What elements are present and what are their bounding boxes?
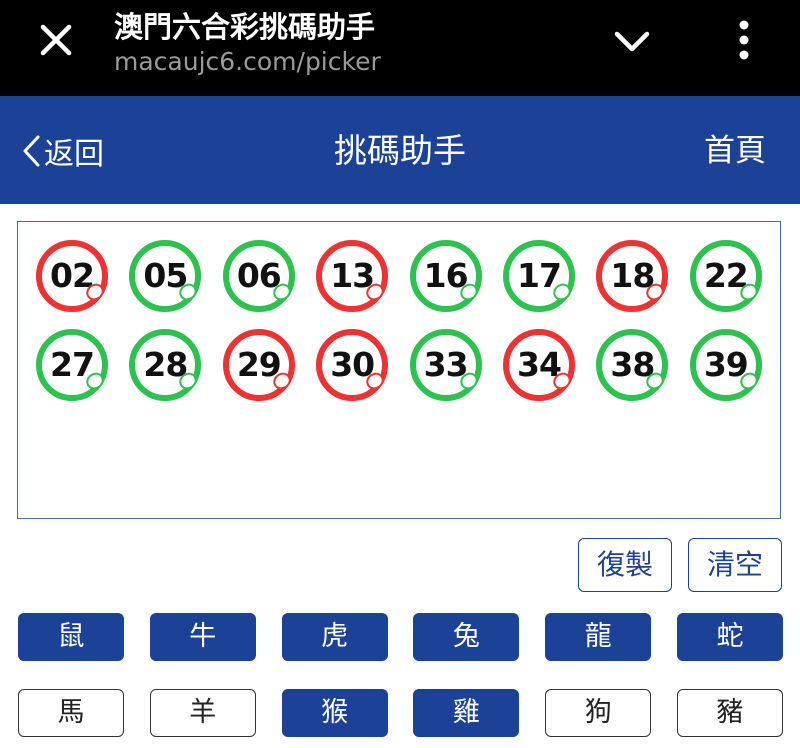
number-ball[interactable]: 34 bbox=[503, 329, 575, 401]
number-ball[interactable]: 30 bbox=[316, 329, 389, 401]
zodiac-button[interactable]: 牛 bbox=[149, 613, 256, 661]
zodiac-button[interactable]: 虎 bbox=[281, 613, 388, 661]
number-ball[interactable]: 22 bbox=[689, 240, 762, 312]
zodiac-button[interactable]: 雞 bbox=[413, 689, 520, 737]
zodiac-button[interactable]: 豬 bbox=[677, 689, 783, 737]
app-header: 返回 挑碼助手 首頁 bbox=[0, 96, 800, 204]
number-ball[interactable]: 02 bbox=[36, 240, 108, 312]
chevron-down-icon[interactable] bbox=[612, 24, 652, 60]
zodiac-button[interactable]: 鼠 bbox=[18, 613, 124, 661]
zodiac-button[interactable]: 羊 bbox=[149, 689, 256, 737]
zodiac-button[interactable]: 猴 bbox=[281, 689, 388, 737]
number-ball[interactable]: 33 bbox=[409, 329, 482, 401]
clear-button[interactable]: 清空 bbox=[688, 538, 782, 592]
close-icon[interactable] bbox=[36, 20, 76, 60]
copy-button[interactable]: 復製 bbox=[578, 538, 672, 592]
zodiac-button[interactable]: 狗 bbox=[545, 689, 652, 737]
number-ball[interactable]: 38 bbox=[596, 329, 669, 401]
number-ball[interactable]: 27 bbox=[36, 329, 108, 401]
number-ball[interactable]: 28 bbox=[129, 329, 202, 401]
zodiac-button[interactable]: 兔 bbox=[413, 613, 520, 661]
zodiac-button[interactable]: 馬 bbox=[18, 689, 124, 737]
more-vertical-icon[interactable] bbox=[730, 18, 758, 62]
browser-page-title: 澳門六合彩挑碼助手 bbox=[114, 10, 376, 44]
zodiac-button[interactable]: 龍 bbox=[545, 613, 652, 661]
number-ball[interactable]: 18 bbox=[596, 240, 669, 312]
browser-toolbar: 澳門六合彩挑碼助手 macaujc6.com/picker bbox=[0, 0, 800, 96]
selected-numbers-panel: 02 05 06 13 16 17 18 22 27 28 29 30 33 34 38 39 bbox=[17, 221, 781, 519]
number-ball[interactable]: 16 bbox=[409, 240, 482, 312]
number-ball[interactable]: 06 bbox=[222, 240, 295, 312]
number-ball[interactable]: 17 bbox=[503, 240, 575, 312]
browser-url[interactable]: macaujc6.com/picker bbox=[114, 47, 381, 76]
number-ball[interactable]: 05 bbox=[129, 240, 202, 312]
number-ball[interactable]: 39 bbox=[689, 329, 762, 401]
page-title: 挑碼助手 bbox=[334, 131, 466, 170]
zodiac-button[interactable]: 蛇 bbox=[677, 613, 783, 661]
number-ball[interactable]: 13 bbox=[316, 240, 389, 312]
home-button[interactable]: 首頁 bbox=[704, 132, 766, 170]
number-ball[interactable]: 29 bbox=[222, 329, 295, 401]
